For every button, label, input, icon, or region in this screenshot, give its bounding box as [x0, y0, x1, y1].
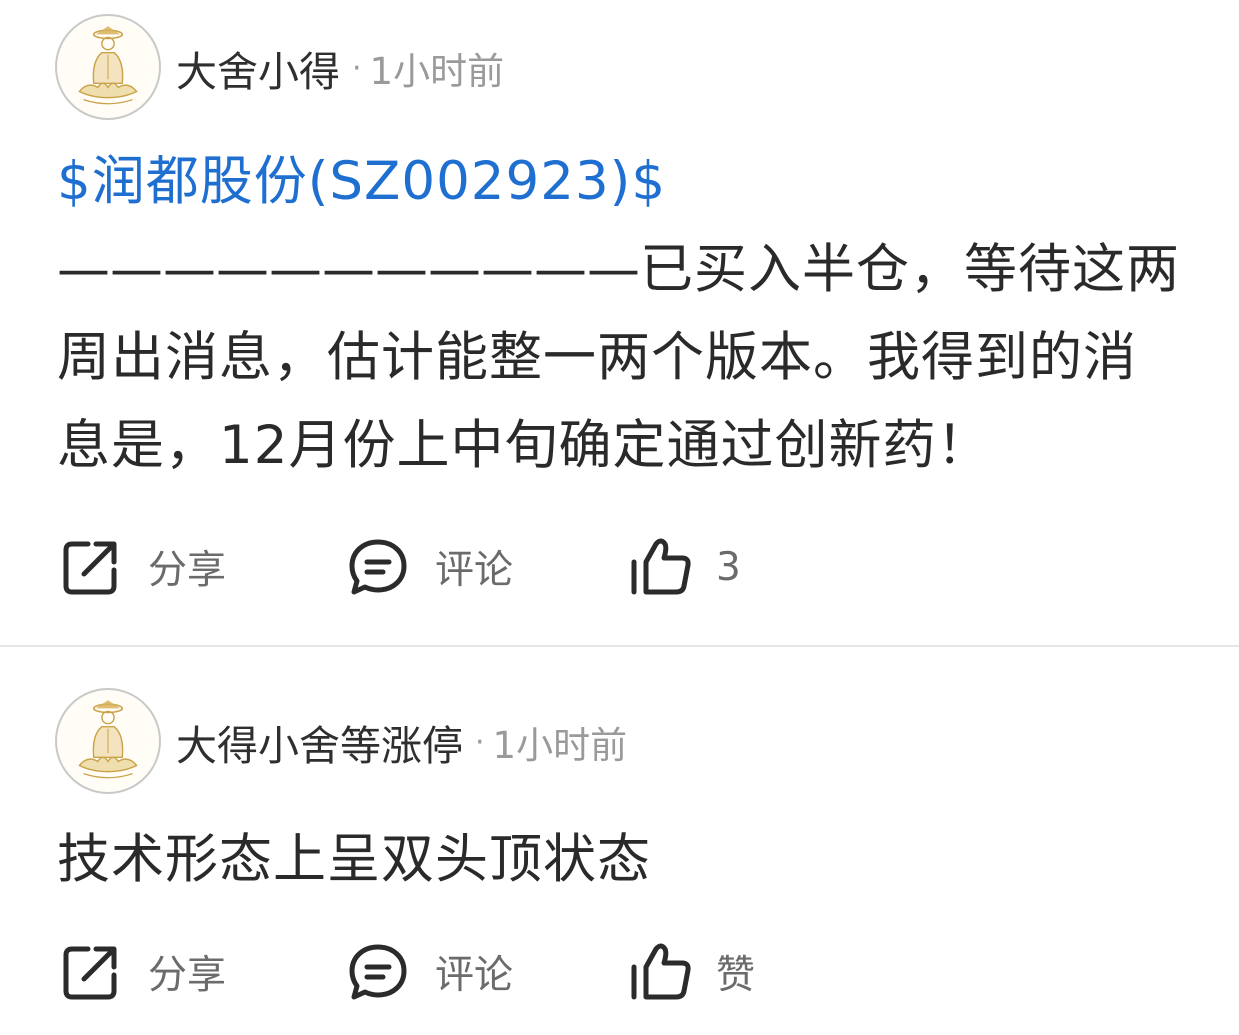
comment-button[interactable]: 评论 — [345, 532, 513, 602]
stock-link[interactable]: $润都股份(SZ002923)$ — [57, 151, 666, 212]
comment-icon — [345, 939, 411, 1005]
post-actions: 分享 评论 赞 — [58, 937, 958, 1007]
like-label: 赞 — [716, 953, 756, 998]
meditating-figure-avatar-icon — [58, 691, 158, 791]
share-button[interactable]: 分享 — [58, 937, 226, 1007]
post-card: 大得小舍等涨停 · 1小时前 技术形态上呈双头顶状态 分享 评论 赞 — [0, 648, 1239, 1035]
post-content: $润都股份(SZ002923)$———————————已买入半仓，等待这两周出消… — [57, 138, 1187, 490]
thumbs-up-icon — [628, 939, 694, 1005]
comment-label: 评论 — [435, 548, 514, 593]
comment-label: 评论 — [435, 953, 514, 998]
author-name[interactable]: 大舍小得 — [176, 38, 340, 98]
share-label: 分享 — [148, 953, 227, 998]
post-header: 大得小舍等涨停 · 1小时前 — [176, 712, 627, 772]
post-card: 大舍小得 · 1小时前 $润都股份(SZ002923)$———————————已… — [0, 0, 1239, 646]
share-button[interactable]: 分享 — [58, 532, 226, 602]
dash-line: ——————————— — [57, 239, 640, 300]
post-actions: 分享 评论 3 — [58, 532, 958, 602]
avatar[interactable] — [55, 688, 161, 794]
comment-button[interactable]: 评论 — [345, 937, 513, 1007]
share-label: 分享 — [148, 548, 227, 593]
meta-separator: · — [475, 724, 485, 760]
meta-separator: · — [352, 50, 362, 86]
like-count: 3 — [716, 544, 741, 590]
meditating-figure-avatar-icon — [58, 17, 158, 117]
like-button[interactable]: 赞 — [628, 937, 755, 1007]
like-button[interactable]: 3 — [628, 532, 741, 602]
post-content: 技术形态上呈双头顶状态 — [57, 816, 1187, 904]
thumbs-up-icon — [628, 534, 694, 600]
post-divider — [0, 645, 1239, 647]
share-icon — [58, 534, 124, 600]
author-name[interactable]: 大得小舍等涨停 — [176, 712, 463, 772]
post-time: 1小时前 — [369, 50, 505, 93]
post-header: 大舍小得 · 1小时前 — [176, 38, 504, 98]
comment-icon — [345, 534, 411, 600]
post-body-text: 技术形态上呈双头顶状态 — [57, 829, 651, 890]
share-icon — [58, 939, 124, 1005]
avatar[interactable] — [55, 14, 161, 120]
post-time: 1小时前 — [492, 724, 628, 767]
